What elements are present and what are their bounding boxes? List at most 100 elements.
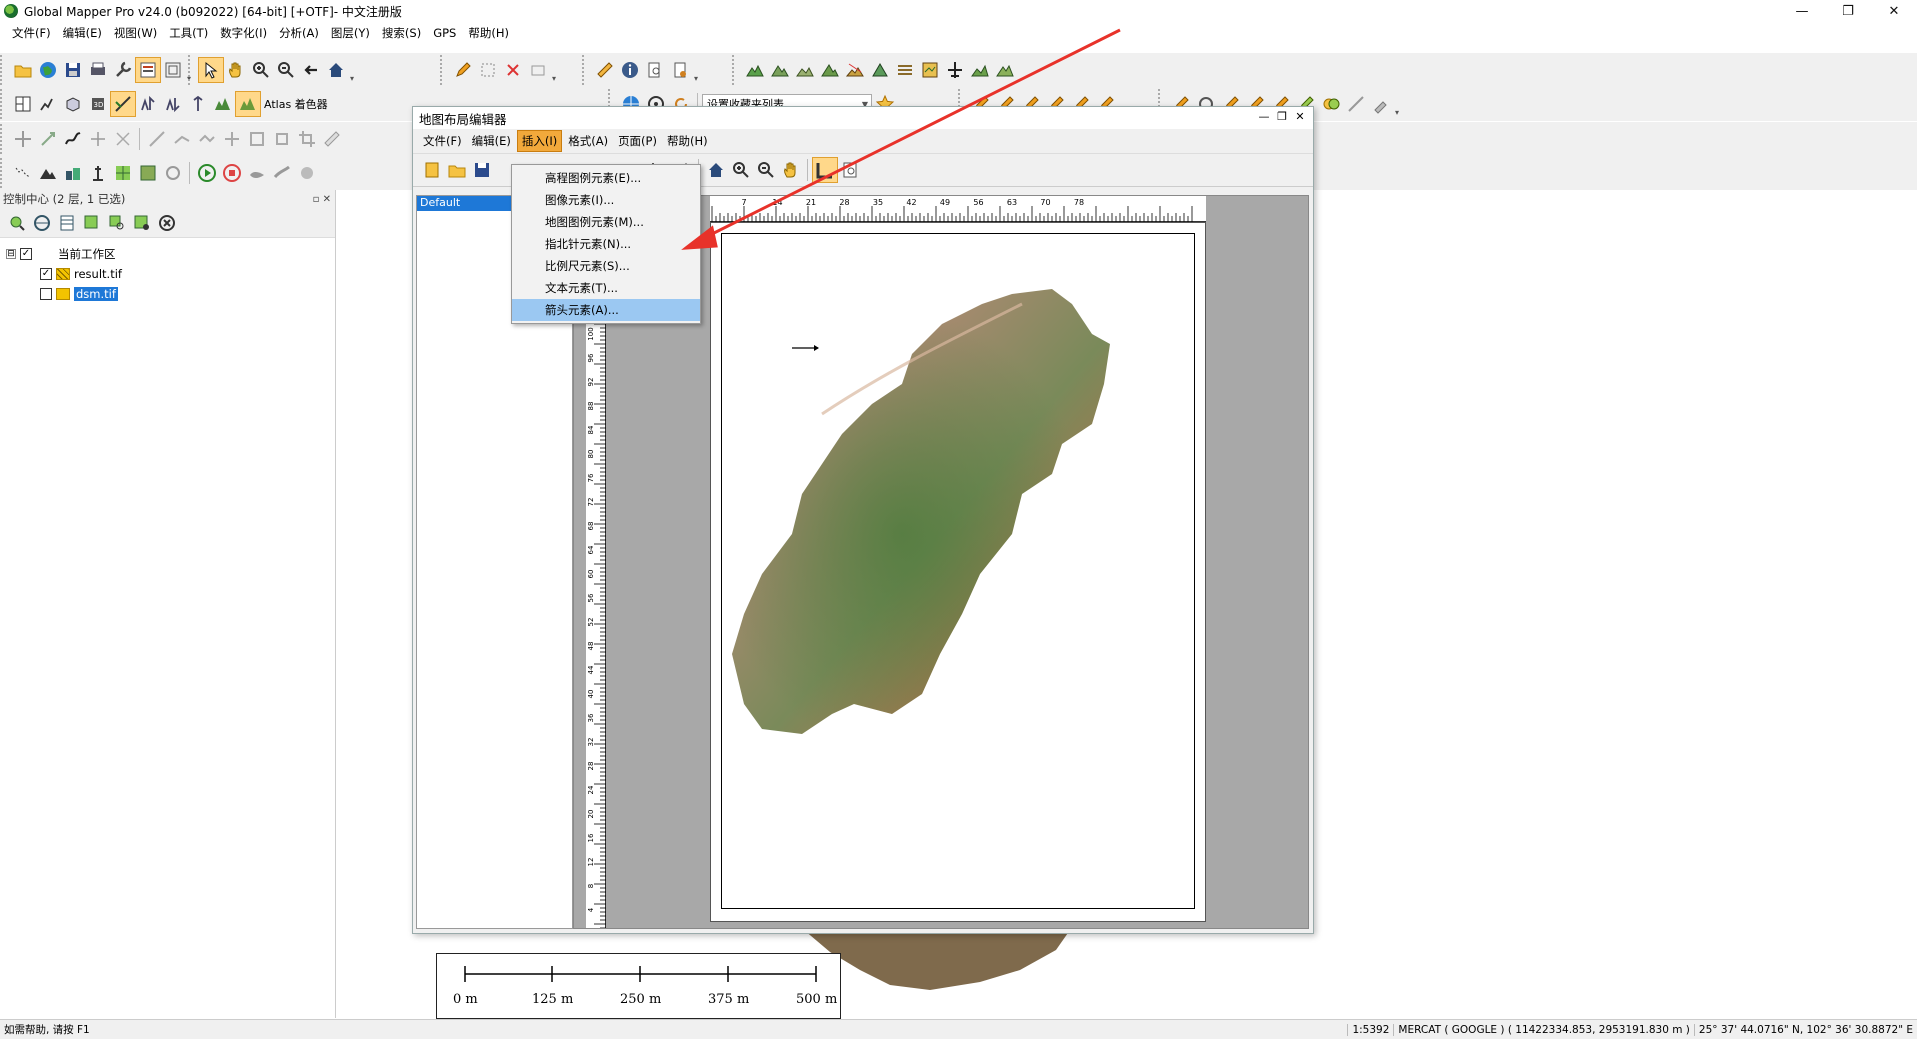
menu-item-map-legend[interactable]: 地图图例元素(M)... — [512, 211, 700, 233]
minimize-button[interactable]: — — [1779, 0, 1825, 22]
script-icon[interactable] — [668, 58, 692, 82]
terrain-4-icon[interactable] — [818, 58, 842, 82]
layout-properties-icon[interactable] — [838, 158, 862, 182]
layer-search-icon[interactable] — [105, 211, 129, 235]
plane-icon[interactable] — [943, 58, 967, 82]
layer-row-result[interactable]: ✓ result.tif — [6, 264, 329, 284]
save-layout-icon[interactable] — [470, 158, 494, 182]
open-layout-icon[interactable] — [445, 158, 469, 182]
dlg-menu-insert[interactable]: 插入(I) — [516, 130, 563, 152]
layout-pan-icon[interactable] — [779, 158, 803, 182]
terrain-6-icon[interactable] — [868, 58, 892, 82]
dialog-minimize-icon[interactable]: — — [1255, 110, 1273, 123]
move-icon[interactable] — [11, 127, 35, 151]
contour-icon[interactable] — [893, 58, 917, 82]
globe-icon[interactable] — [36, 58, 60, 82]
map-frame[interactable] — [721, 233, 1195, 909]
dlg-menu-edit[interactable]: 编辑(E) — [468, 131, 515, 151]
terrain-5-icon[interactable] — [843, 58, 867, 82]
edit-vertex-icon[interactable] — [526, 58, 550, 82]
line-edit-4-icon[interactable] — [220, 127, 244, 151]
pencil-icon[interactable] — [451, 58, 475, 82]
map-icon[interactable] — [918, 58, 942, 82]
terrain-3-icon[interactable] — [793, 58, 817, 82]
move-vertex-icon[interactable] — [86, 127, 110, 151]
menu-gps[interactable]: GPS — [433, 26, 456, 40]
buildings-icon[interactable] — [61, 161, 85, 185]
zoom-to-layer-icon[interactable] — [5, 211, 29, 235]
slope-shader-icon[interactable] — [109, 91, 136, 117]
close-button[interactable]: ✕ — [1871, 0, 1917, 22]
layer-checkbox[interactable]: ✓ — [40, 268, 52, 280]
workspace-checkbox[interactable]: ✓ — [20, 248, 32, 260]
control-center-icon[interactable] — [134, 57, 161, 83]
grid-map-icon[interactable] — [111, 161, 135, 185]
3d-view-icon[interactable] — [61, 92, 85, 116]
print-icon[interactable] — [86, 58, 110, 82]
line-edit-1-icon[interactable] — [145, 127, 169, 151]
vertical-exag-icon[interactable] — [186, 92, 210, 116]
delete-icon[interactable] — [501, 58, 525, 82]
tile-icon[interactable] — [136, 161, 160, 185]
menu-help[interactable]: 帮助(H) — [468, 25, 509, 41]
area-edit-2-icon[interactable] — [270, 127, 294, 151]
layer-row-dsm[interactable]: dsm.tif — [6, 284, 329, 304]
layer-tile-icon[interactable] — [80, 211, 104, 235]
coins-icon[interactable] — [1319, 92, 1343, 116]
direction-icon[interactable] — [270, 161, 294, 185]
toolbar-overflow-icon[interactable]: ▾ — [550, 57, 558, 83]
menu-search[interactable]: 搜索(S) — [382, 25, 421, 41]
layer-visibility-icon[interactable] — [130, 211, 154, 235]
map-scale-bar[interactable]: 0 m 125 m 250 m 375 m 500 m — [436, 953, 841, 1019]
toolbar-overflow-icon[interactable]: ▾ — [692, 57, 700, 83]
pin-icon[interactable]: ▫ — [313, 194, 320, 205]
elevation-down-icon[interactable] — [161, 92, 185, 116]
3d-box-icon[interactable]: 3D — [86, 92, 110, 116]
brush-icon[interactable] — [1369, 92, 1393, 116]
menu-edit[interactable]: 编辑(E) — [63, 25, 102, 41]
menu-layer[interactable]: 图层(Y) — [331, 25, 370, 41]
pan-hand-icon[interactable] — [224, 58, 248, 82]
layout-home-icon[interactable] — [704, 158, 728, 182]
ruler-icon[interactable] — [320, 127, 344, 151]
menu-digitize[interactable]: 数字化(I) — [220, 25, 267, 41]
view-shed-icon[interactable] — [968, 58, 992, 82]
terrain-path-icon[interactable] — [993, 58, 1017, 82]
menu-view[interactable]: 视图(W) — [114, 25, 157, 41]
projection-icon[interactable] — [30, 211, 54, 235]
vessel-icon[interactable] — [245, 161, 269, 185]
layer-props-icon[interactable] — [161, 58, 185, 82]
split-view-icon[interactable] — [11, 92, 35, 116]
dlg-menu-format[interactable]: 格式(A) — [564, 131, 612, 151]
pointer-icon[interactable] — [197, 57, 224, 83]
home-icon[interactable] — [324, 58, 348, 82]
select-box-icon[interactable] — [476, 58, 500, 82]
menu-analysis[interactable]: 分析(A) — [279, 25, 319, 41]
workspace-root[interactable]: ⊟ ✓ 当前工作区 — [6, 244, 329, 264]
peak-icon[interactable] — [36, 161, 60, 185]
terrain-2-icon[interactable] — [768, 58, 792, 82]
info-icon[interactable] — [618, 58, 642, 82]
restore-button[interactable]: ❐ — [1825, 0, 1871, 22]
search-doc-icon[interactable] — [643, 58, 667, 82]
track-icon[interactable] — [11, 161, 35, 185]
layout-ruler-icon[interactable] — [811, 157, 838, 183]
panel-close-icon[interactable]: ✕ — [323, 194, 331, 205]
menu-item-elevation-legend[interactable]: 高程图例元素(E)... — [512, 167, 700, 189]
measure-icon[interactable] — [593, 58, 617, 82]
menu-item-arrow[interactable]: 箭头元素(A)... — [512, 299, 700, 321]
terrain-1-icon[interactable] — [743, 58, 767, 82]
line-edit-3-icon[interactable] — [195, 127, 219, 151]
path-profile-icon[interactable] — [36, 92, 60, 116]
close-layer-icon[interactable] — [155, 211, 179, 235]
menu-tools[interactable]: 工具(T) — [169, 25, 208, 41]
zoom-in-icon[interactable] — [249, 58, 273, 82]
toolbar-overflow-icon[interactable]: ▾ — [348, 57, 356, 83]
layout-zoom-in-icon[interactable] — [729, 158, 753, 182]
play-icon[interactable] — [195, 161, 219, 185]
wrench-icon[interactable] — [111, 58, 135, 82]
save-icon[interactable] — [61, 58, 85, 82]
menu-item-text[interactable]: 文本元素(T)... — [512, 277, 700, 299]
dialog-maximize-icon[interactable]: ❐ — [1273, 110, 1291, 123]
dlg-menu-page[interactable]: 页面(P) — [614, 131, 661, 151]
